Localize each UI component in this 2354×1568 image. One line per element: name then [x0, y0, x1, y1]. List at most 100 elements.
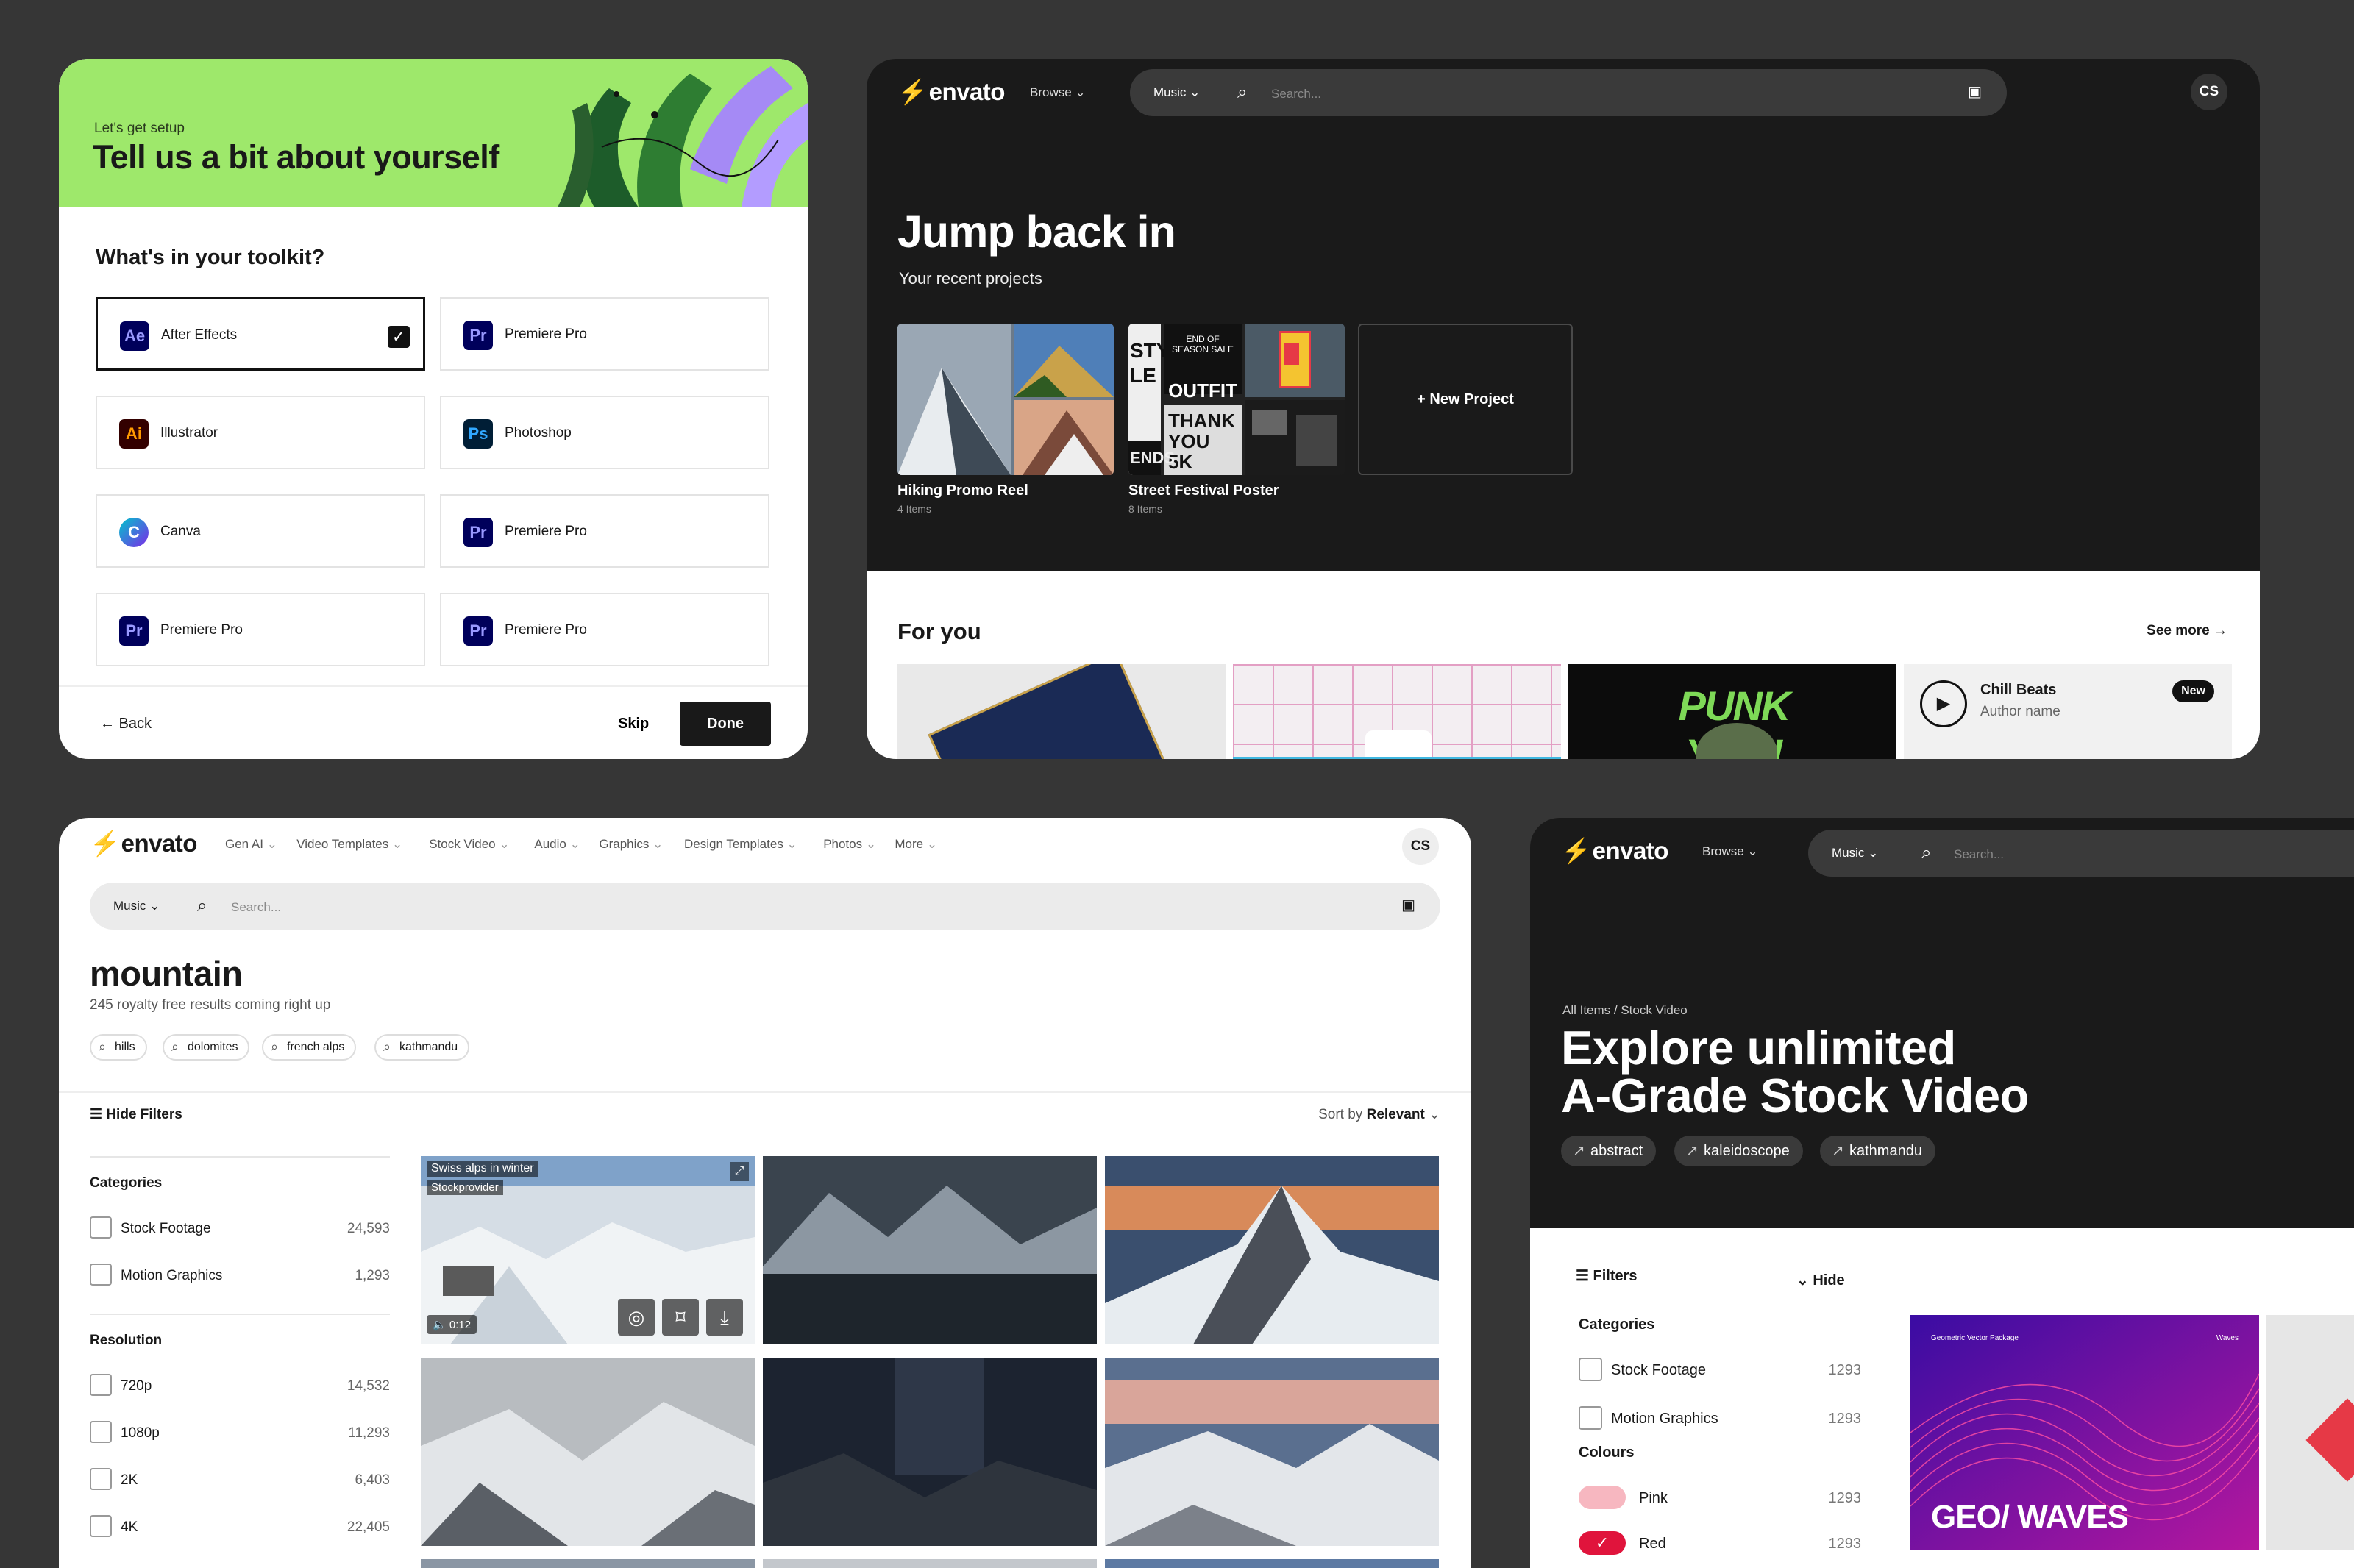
- toolkit-option[interactable]: Pr Premiere Pro: [96, 593, 425, 666]
- search-bar[interactable]: Music ⌄ ⌕ Search...: [1808, 830, 2354, 877]
- video-tile[interactable]: [1105, 1156, 1439, 1344]
- filter-option[interactable]: Motion Graphics 1,293: [90, 1264, 390, 1287]
- filter-option[interactable]: Stock Footage 24,593: [90, 1216, 390, 1240]
- geo-waves-tile[interactable]: Geometric Vector Package Waves GEO/ WAVE…: [1910, 1315, 2259, 1550]
- nav-item[interactable]: Design Templates ⌄: [684, 837, 797, 852]
- colour-swatch[interactable]: [1579, 1486, 1626, 1509]
- envato-logo[interactable]: ⚡envato: [897, 78, 1005, 107]
- envato-logo[interactable]: ⚡envato: [90, 830, 197, 858]
- back-link[interactable]: ← Back: [100, 716, 152, 733]
- volume-icon[interactable]: 🔈: [433, 1319, 449, 1331]
- ai-edit-icon[interactable]: ◎: [618, 1299, 655, 1336]
- nav-item[interactable]: Photos ⌄: [823, 837, 876, 852]
- audio-card[interactable]: ▶ Chill Beats Author name New: [1904, 664, 2232, 759]
- nav-item[interactable]: More ⌄: [895, 837, 937, 852]
- search-chip[interactable]: hills: [90, 1034, 147, 1061]
- content-tile[interactable]: PUNK YOU!: [1568, 664, 1896, 759]
- play-icon[interactable]: ▶: [1920, 680, 1967, 727]
- toolkit-option[interactable]: C Canva: [96, 494, 425, 568]
- see-more-link[interactable]: See more →: [2147, 623, 2227, 639]
- search-chip[interactable]: french alps: [262, 1034, 357, 1061]
- browse-dropdown[interactable]: Browse ⌄: [1030, 85, 1086, 100]
- hide-filters-button[interactable]: ⌄ Hide: [1796, 1271, 1845, 1289]
- trend-chip[interactable]: kaleidoscope: [1674, 1136, 1803, 1166]
- filter-option[interactable]: 2K 6,403: [90, 1468, 390, 1492]
- sort-dropdown[interactable]: Sort by Relevant ⌄: [1318, 1106, 1440, 1123]
- search-input[interactable]: Search...: [1954, 847, 2004, 862]
- checkbox[interactable]: [90, 1468, 112, 1490]
- browse-dropdown[interactable]: Browse ⌄: [1702, 844, 1758, 859]
- toolkit-option[interactable]: Ai Illustrator: [96, 396, 425, 469]
- toolkit-option[interactable]: Pr Premiere Pro: [440, 494, 769, 568]
- image-search-icon[interactable]: ▣: [1968, 82, 1982, 101]
- colour-option[interactable]: Pink 1293: [1579, 1486, 1861, 1509]
- filter-option[interactable]: 4K 22,405: [90, 1515, 390, 1539]
- search-input[interactable]: Search...: [231, 900, 281, 915]
- avatar[interactable]: CS: [2191, 74, 2227, 110]
- filter-option[interactable]: 1080p 11,293: [90, 1421, 390, 1444]
- content-tile[interactable]: [897, 664, 1226, 759]
- filter-section-title: Resolution: [90, 1333, 163, 1348]
- trend-chip[interactable]: abstract: [1561, 1136, 1657, 1166]
- video-tile[interactable]: [1105, 1358, 1439, 1546]
- avatar[interactable]: CS: [1402, 828, 1439, 865]
- filter-option[interactable]: Stock Footage 1293: [1579, 1358, 1861, 1381]
- video-tile[interactable]: [1105, 1559, 1439, 1568]
- envato-logo[interactable]: ⚡envato: [1561, 837, 1668, 866]
- search-category-dropdown[interactable]: Music ⌄: [1832, 846, 1878, 860]
- video-tile[interactable]: [421, 1358, 755, 1546]
- featured-video-tile[interactable]: Swiss alps in winter Stockprovider ⤢ 🔈 0…: [421, 1156, 755, 1344]
- video-tile[interactable]: [763, 1156, 1097, 1344]
- filter-option[interactable]: Motion Graphics 1293: [1579, 1406, 1861, 1430]
- video-tile[interactable]: [421, 1559, 755, 1568]
- search-category-dropdown[interactable]: Music ⌄: [1153, 85, 1200, 100]
- breadcrumb[interactable]: All Items / Stock Video: [1562, 1003, 1688, 1018]
- colour-swatch-checked-icon[interactable]: ✓: [1579, 1531, 1626, 1555]
- bookmark-icon[interactable]: ⌑: [662, 1299, 699, 1336]
- checkbox[interactable]: [90, 1421, 112, 1443]
- new-project-button[interactable]: + New Project: [1358, 324, 1573, 475]
- project-count: 8 Items: [1128, 503, 1162, 515]
- checkbox-checked-icon[interactable]: ✓: [388, 326, 410, 348]
- search-input[interactable]: Search...: [1271, 87, 1321, 101]
- nav-item[interactable]: Graphics ⌄: [599, 837, 663, 852]
- content-tile[interactable]: [1233, 664, 1561, 759]
- hide-filters-button[interactable]: ☰ Hide Filters: [90, 1106, 182, 1123]
- filter-section-title: Categories: [1579, 1316, 1655, 1333]
- nav-item[interactable]: Video Templates ⌄: [296, 837, 402, 852]
- checkbox[interactable]: [90, 1515, 112, 1537]
- project-thumbnail-hiking[interactable]: [897, 324, 1114, 475]
- checkbox[interactable]: [90, 1264, 112, 1286]
- nav-item[interactable]: Gen AI ⌄: [225, 837, 277, 852]
- done-button[interactable]: Done: [680, 702, 771, 746]
- search-chip[interactable]: kathmandu: [374, 1034, 470, 1061]
- project-thumbnail-poster[interactable]: STY LE END OF SEASON SALE OUTFIT THANK Y…: [1128, 324, 1345, 475]
- colour-option[interactable]: ✓ Red 1293: [1579, 1531, 1861, 1555]
- content-tile[interactable]: [2266, 1315, 2354, 1550]
- trend-chip[interactable]: kathmandu: [1820, 1136, 1935, 1166]
- download-icon[interactable]: ⤓: [706, 1299, 743, 1336]
- toolkit-option[interactable]: Ae After Effects ✓: [96, 297, 425, 371]
- video-tile[interactable]: [763, 1559, 1097, 1568]
- search-category-dropdown[interactable]: Music ⌄: [113, 899, 160, 913]
- checkbox[interactable]: [1579, 1406, 1602, 1430]
- checkbox[interactable]: [90, 1374, 112, 1396]
- project-title[interactable]: Street Festival Poster: [1128, 482, 1279, 499]
- nav-item[interactable]: Stock Video ⌄: [429, 837, 509, 852]
- expand-icon[interactable]: ⤢: [730, 1162, 749, 1181]
- checkbox[interactable]: [90, 1216, 112, 1239]
- project-title[interactable]: Hiking Promo Reel: [897, 482, 1028, 499]
- video-tile[interactable]: [763, 1358, 1097, 1546]
- search-icon: ⌕: [197, 895, 207, 916]
- checkbox[interactable]: [1579, 1358, 1602, 1381]
- toolkit-option[interactable]: Pr Premiere Pro: [440, 593, 769, 666]
- nav-item[interactable]: Audio ⌄: [534, 837, 580, 852]
- skip-button[interactable]: Skip: [618, 716, 649, 733]
- toolkit-option[interactable]: Pr Premiere Pro: [440, 297, 769, 371]
- toolkit-option[interactable]: Ps Photoshop: [440, 396, 769, 469]
- image-search-icon[interactable]: ▣: [1401, 896, 1415, 914]
- search-chip[interactable]: dolomites: [163, 1034, 250, 1061]
- filter-option[interactable]: 720p 14,532: [90, 1374, 390, 1397]
- search-bar[interactable]: Music ⌄ ⌕ Search... ▣: [90, 883, 1440, 930]
- search-bar[interactable]: Music ⌄ ⌕ Search... ▣: [1130, 69, 2007, 116]
